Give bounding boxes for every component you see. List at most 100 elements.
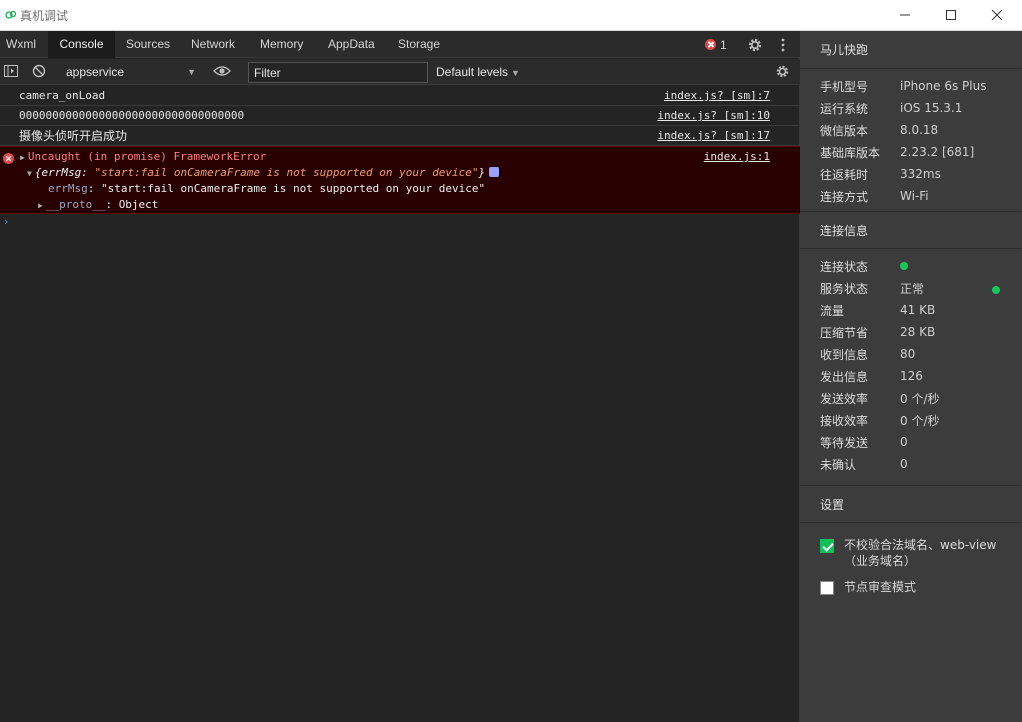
info-value: iOS 15.3.1 — [900, 101, 963, 115]
error-count: 1 — [720, 37, 727, 52]
error-proto-row[interactable]: ▶ __proto__: Object — [38, 197, 158, 213]
info-value: 0 — [900, 435, 908, 449]
error-icon — [3, 153, 14, 164]
close-icon — [991, 9, 1003, 21]
status-online-dot-icon — [992, 285, 1000, 294]
info-key: 发送效率 — [820, 391, 869, 406]
info-row: 往返耗时 332ms — [800, 163, 1022, 185]
info-key: 往返耗时 — [820, 167, 869, 182]
console-error-row: ▶ Uncaught (in promise) FrameworkError in… — [0, 146, 800, 214]
info-key: 服务状态 — [820, 281, 869, 296]
info-value: 2.23.2 [681] — [900, 145, 975, 159]
app-name: 马儿快跑 — [800, 31, 1022, 69]
log-levels-dropdown[interactable]: Default levels ▼ — [436, 62, 520, 82]
maximize-icon — [946, 10, 956, 20]
info-row: 未确认 0 — [800, 453, 1022, 475]
proto-key: __proto__ — [45, 198, 106, 211]
object-close: } — [478, 166, 486, 179]
checkbox-checked[interactable] — [820, 539, 834, 553]
info-row: 连接状态 — [800, 255, 1022, 277]
console-log-row: 0000000000000000000000000000000000 index… — [0, 106, 800, 126]
proto-value: Object — [118, 198, 159, 211]
info-value: 28 KB — [900, 325, 936, 339]
tab-wxml[interactable]: Wxml — [6, 31, 36, 58]
object-open: {errMsg: — [34, 166, 95, 179]
info-row: 压缩节省 28 KB — [800, 321, 1022, 343]
info-key: 未确认 — [820, 457, 857, 472]
info-key: 连接方式 — [820, 189, 869, 204]
info-row: 收到信息 80 — [800, 343, 1022, 365]
console-toolbar: appservice ▼ Default levels▼ — [0, 59, 800, 85]
clear-console-icon[interactable] — [32, 64, 46, 78]
console-output: camera_onLoad index.js? [sm]:7 000000000… — [0, 86, 800, 214]
expand-triangle-icon[interactable]: ▶ — [38, 198, 43, 214]
error-message[interactable]: ▶ Uncaught (in promise) FrameworkError — [20, 149, 266, 165]
info-row: 流量 41 KB — [800, 299, 1022, 321]
chevron-down-icon: ▼ — [511, 68, 520, 78]
devtools-tabbar: Wxml Console Sources Network Memory AppD… — [0, 31, 800, 58]
error-counter[interactable]: 1 — [705, 37, 727, 52]
info-value: 0 个/秒 — [900, 391, 940, 406]
chevron-down-icon: ▼ — [187, 67, 196, 77]
console-log-row: 摄像头侦听开启成功 index.js? [sm]:17 — [0, 126, 800, 146]
devtools-window: 真机调试 Wxml Console Sources Network Memory… — [0, 0, 1022, 722]
tab-storage[interactable]: Storage — [398, 31, 440, 58]
log-source-link[interactable]: index.js? [sm]:7 — [664, 86, 770, 106]
info-row: 发出信息 126 — [800, 365, 1022, 387]
info-value: 80 — [900, 347, 916, 361]
info-key: 微信版本 — [820, 123, 869, 138]
info-value: 正常 — [900, 281, 925, 296]
settings-section-title: 设置 — [800, 485, 1022, 523]
show-sidebar-icon[interactable] — [4, 64, 18, 78]
error-prop-row: errMsg: "start:fail onCameraFrame is not… — [48, 182, 486, 195]
tab-sources[interactable]: Sources — [126, 31, 170, 58]
tab-network[interactable]: Network — [191, 31, 235, 58]
setting-skip-domain-check[interactable]: 不校验合法域名、web-view（业务域名） — [800, 537, 1022, 569]
context-select[interactable]: appservice ▼ — [60, 62, 200, 82]
info-value: 0 — [900, 457, 908, 471]
context-select-value: appservice — [66, 65, 125, 79]
object-value: "start:fail onCameraFrame is not support… — [94, 166, 479, 179]
checkbox-unchecked[interactable] — [820, 581, 834, 595]
setting-label: 节点审查模式 — [844, 580, 917, 594]
console-settings-gear-icon[interactable] — [775, 64, 790, 79]
info-value: 0 个/秒 — [900, 413, 940, 428]
info-row: 连接方式 Wi-Fi — [800, 185, 1022, 207]
device-info-panel: 马儿快跑 手机型号 iPhone 6s Plus 运行系统 iOS 15.3.1 微… — [800, 31, 1022, 722]
setting-label: 不校验合法域名、web-view（业务域名） — [844, 538, 997, 568]
filter-input[interactable] — [248, 62, 428, 83]
connection-section-title: 连接信息 — [800, 211, 1022, 249]
console-log-row: camera_onLoad index.js? [sm]:7 — [0, 86, 800, 106]
live-expression-eye-icon[interactable] — [213, 64, 231, 78]
info-value: Wi-Fi — [900, 189, 929, 203]
more-menu-icon[interactable] — [778, 37, 788, 53]
info-key: 流量 — [820, 303, 845, 318]
info-row: 等待发送 0 — [800, 431, 1022, 453]
info-key: 发出信息 — [820, 369, 869, 384]
tab-appdata[interactable]: AppData — [328, 31, 375, 58]
info-value-wrap: 正常 — [900, 280, 1022, 297]
console-prompt-icon[interactable]: › — [4, 215, 8, 228]
info-badge-icon[interactable] — [489, 167, 500, 177]
setting-node-inspect[interactable]: 节点审查模式 — [800, 579, 1022, 595]
tab-memory[interactable]: Memory — [260, 31, 303, 58]
collapse-triangle-icon[interactable]: ▼ — [27, 166, 32, 182]
log-source-link[interactable]: index.js? [sm]:10 — [657, 106, 770, 126]
error-source-link[interactable]: index.js:1 — [704, 149, 770, 165]
info-key: 运行系统 — [820, 101, 869, 116]
close-button[interactable] — [974, 0, 1020, 30]
error-object-summary[interactable]: ▼ {errMsg: "start:fail onCameraFrame is n… — [27, 165, 500, 182]
tab-console[interactable]: Console — [48, 31, 115, 58]
maximize-button[interactable] — [928, 0, 974, 30]
log-source-link[interactable]: index.js? [sm]:17 — [657, 126, 770, 146]
info-key: 收到信息 — [820, 347, 869, 362]
error-icon — [705, 39, 716, 50]
info-row: 手机型号 iPhone 6s Plus — [800, 75, 1022, 97]
settings-gear-icon[interactable] — [747, 37, 763, 53]
expand-triangle-icon[interactable]: ▶ — [20, 150, 25, 166]
app-logo-icon — [5, 10, 17, 19]
minimize-button[interactable] — [882, 0, 928, 30]
error-text: Uncaught (in promise) FrameworkError — [27, 150, 267, 163]
log-message: 摄像头侦听开启成功 — [19, 129, 128, 143]
devtools-pane: Wxml Console Sources Network Memory AppD… — [0, 31, 800, 722]
